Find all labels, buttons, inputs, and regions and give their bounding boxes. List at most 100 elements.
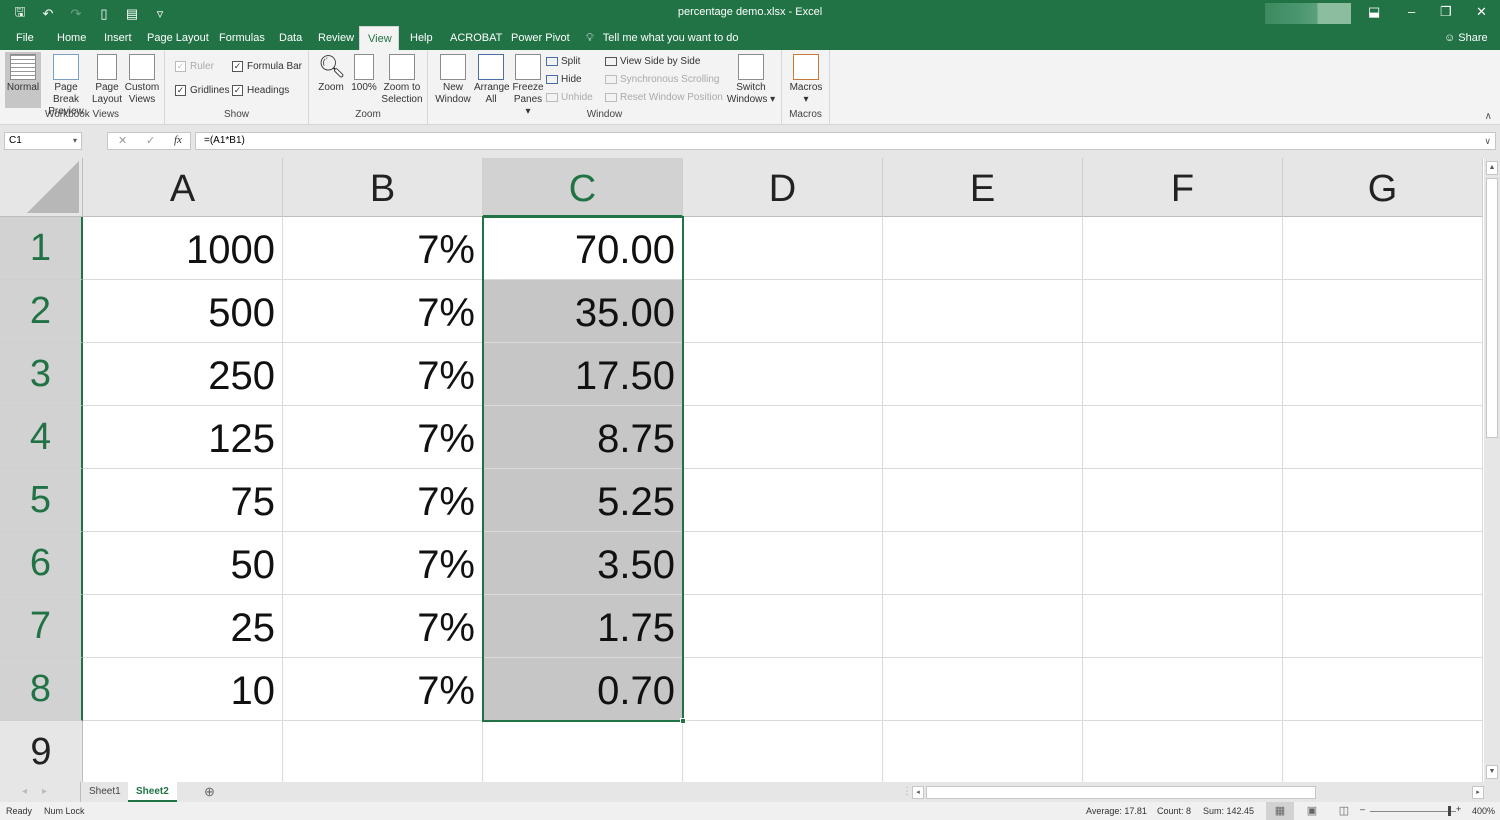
scroll-left-icon[interactable]: ◂ bbox=[912, 786, 924, 799]
row-header-6[interactable]: 6 bbox=[0, 532, 83, 595]
cell-a4[interactable]: 125 bbox=[83, 406, 283, 469]
tab-view[interactable]: View bbox=[359, 26, 399, 50]
horizontal-scroll-thumb[interactable] bbox=[926, 786, 1316, 799]
account-avatar[interactable] bbox=[1265, 3, 1351, 24]
cell-d8[interactable] bbox=[683, 658, 883, 721]
scroll-down-icon[interactable]: ▼ bbox=[1486, 765, 1498, 779]
cell-f2[interactable] bbox=[1083, 280, 1283, 343]
reset-window-position-button[interactable]: Reset Window Position bbox=[605, 92, 723, 103]
cell-e5[interactable] bbox=[883, 469, 1083, 532]
cell-e6[interactable] bbox=[883, 532, 1083, 595]
cell-g5[interactable] bbox=[1283, 469, 1483, 532]
cell-c3[interactable]: 17.50 bbox=[483, 343, 683, 406]
ruler-checkbox[interactable]: ✓ Ruler bbox=[175, 61, 214, 72]
formula-input[interactable]: =(A1*B1) ∨ bbox=[195, 132, 1496, 150]
cell-b8[interactable]: 7% bbox=[283, 658, 483, 721]
tab-page-layout[interactable]: Page Layout bbox=[139, 26, 217, 50]
cell-g8[interactable] bbox=[1283, 658, 1483, 721]
cell-d7[interactable] bbox=[683, 595, 883, 658]
cell-a5[interactable]: 75 bbox=[83, 469, 283, 532]
zoom-in-icon[interactable]: + bbox=[1456, 804, 1461, 814]
column-header-e[interactable]: E bbox=[883, 158, 1083, 217]
add-sheet-icon[interactable]: ⊕ bbox=[196, 782, 223, 802]
cell-a6[interactable]: 50 bbox=[83, 532, 283, 595]
cell-g3[interactable] bbox=[1283, 343, 1483, 406]
zoom-to-selection-button[interactable]: Zoom to Selection bbox=[380, 52, 424, 106]
cell-d4[interactable] bbox=[683, 406, 883, 469]
zoom-out-icon[interactable]: – bbox=[1360, 804, 1365, 814]
cell-g6[interactable] bbox=[1283, 532, 1483, 595]
cell-e7[interactable] bbox=[883, 595, 1083, 658]
cell-c2[interactable]: 35.00 bbox=[483, 280, 683, 343]
fill-handle[interactable] bbox=[680, 718, 686, 724]
hide-button[interactable]: Hide bbox=[546, 74, 582, 85]
cell-e9[interactable] bbox=[883, 721, 1083, 782]
cell-a1[interactable]: 1000 bbox=[83, 217, 283, 280]
normal-view-button[interactable]: Normal bbox=[5, 52, 41, 108]
page-layout-button[interactable]: Page Layout bbox=[91, 52, 123, 106]
cell-c4[interactable]: 8.75 bbox=[483, 406, 683, 469]
tab-file[interactable]: File bbox=[8, 26, 42, 50]
column-header-a[interactable]: A bbox=[83, 158, 283, 217]
row-header-3[interactable]: 3 bbox=[0, 343, 83, 406]
chevron-down-icon[interactable]: ▾ bbox=[73, 133, 77, 149]
cell-e8[interactable] bbox=[883, 658, 1083, 721]
row-header-9[interactable]: 9 bbox=[0, 721, 83, 782]
page-layout-status-icon[interactable]: ▣ bbox=[1298, 802, 1326, 820]
split-button[interactable]: Split bbox=[546, 56, 580, 67]
cell-e1[interactable] bbox=[883, 217, 1083, 280]
cancel-icon[interactable]: ✕ bbox=[118, 134, 127, 147]
cell-c8[interactable]: 0.70 bbox=[483, 658, 683, 721]
expand-formula-bar-icon[interactable]: ∨ bbox=[1484, 133, 1491, 149]
view-side-by-side-button[interactable]: View Side by Side bbox=[605, 56, 700, 67]
cell-c9[interactable] bbox=[483, 721, 683, 782]
cell-f7[interactable] bbox=[1083, 595, 1283, 658]
zoom-button[interactable]: 🔍︎ Zoom bbox=[315, 52, 347, 94]
cell-f3[interactable] bbox=[1083, 343, 1283, 406]
select-all-button[interactable] bbox=[0, 158, 83, 217]
column-header-f[interactable]: F bbox=[1083, 158, 1283, 217]
row-header-7[interactable]: 7 bbox=[0, 595, 83, 658]
next-sheet-icon[interactable]: ▸ bbox=[34, 782, 55, 802]
cell-b6[interactable]: 7% bbox=[283, 532, 483, 595]
arrange-all-button[interactable]: Arrange All bbox=[474, 52, 510, 106]
close-icon[interactable]: ✕ bbox=[1476, 4, 1487, 20]
custom-views-button[interactable]: Custom Views bbox=[124, 52, 160, 106]
share-button[interactable]: ☺ Share bbox=[1436, 26, 1496, 50]
headings-checkbox[interactable]: ✓ Headings bbox=[232, 85, 289, 96]
cell-c1[interactable]: 70.00 bbox=[483, 217, 683, 280]
cell-e4[interactable] bbox=[883, 406, 1083, 469]
tab-review[interactable]: Review bbox=[310, 26, 362, 50]
tab-power-pivot[interactable]: Power Pivot bbox=[503, 26, 578, 50]
row-header-1[interactable]: 1 bbox=[0, 217, 83, 280]
cell-e2[interactable] bbox=[883, 280, 1083, 343]
tell-me-search[interactable]: 💡︎ Tell me what you want to do bbox=[578, 26, 747, 50]
normal-view-status-icon[interactable]: ▦ bbox=[1266, 802, 1294, 820]
row-header-4[interactable]: 4 bbox=[0, 406, 83, 469]
new-window-button[interactable]: New Window bbox=[434, 52, 472, 106]
vertical-scrollbar[interactable]: ▲ ▼ bbox=[1484, 158, 1500, 782]
tab-help[interactable]: Help bbox=[402, 26, 441, 50]
scroll-up-icon[interactable]: ▲ bbox=[1486, 161, 1498, 175]
cell-b4[interactable]: 7% bbox=[283, 406, 483, 469]
cell-b5[interactable]: 7% bbox=[283, 469, 483, 532]
scroll-right-icon[interactable]: ▸ bbox=[1472, 786, 1484, 799]
collapse-ribbon-icon[interactable]: ∧ bbox=[1485, 111, 1492, 122]
page-break-status-icon[interactable]: ◫ bbox=[1330, 802, 1358, 820]
prev-sheet-icon[interactable]: ◂ bbox=[14, 782, 35, 802]
minimize-icon[interactable]: – bbox=[1408, 4, 1415, 19]
row-header-8[interactable]: 8 bbox=[0, 658, 83, 721]
macros-button[interactable]: Macros ▾ bbox=[788, 52, 824, 106]
cell-c6[interactable]: 3.50 bbox=[483, 532, 683, 595]
zoom-level[interactable]: 400% bbox=[1472, 806, 1495, 816]
sheet-tab-sheet1[interactable]: Sheet1 bbox=[80, 782, 129, 802]
sheet-tab-sheet2[interactable]: Sheet2 bbox=[128, 782, 177, 802]
cell-a7[interactable]: 25 bbox=[83, 595, 283, 658]
cell-a8[interactable]: 10 bbox=[83, 658, 283, 721]
row-header-5[interactable]: 5 bbox=[0, 469, 83, 532]
zoom-slider[interactable] bbox=[1370, 811, 1456, 812]
cell-g4[interactable] bbox=[1283, 406, 1483, 469]
restore-icon[interactable]: ❐ bbox=[1440, 4, 1452, 20]
cell-a2[interactable]: 500 bbox=[83, 280, 283, 343]
ribbon-display-options-icon[interactable]: ⬓ bbox=[1368, 4, 1380, 20]
